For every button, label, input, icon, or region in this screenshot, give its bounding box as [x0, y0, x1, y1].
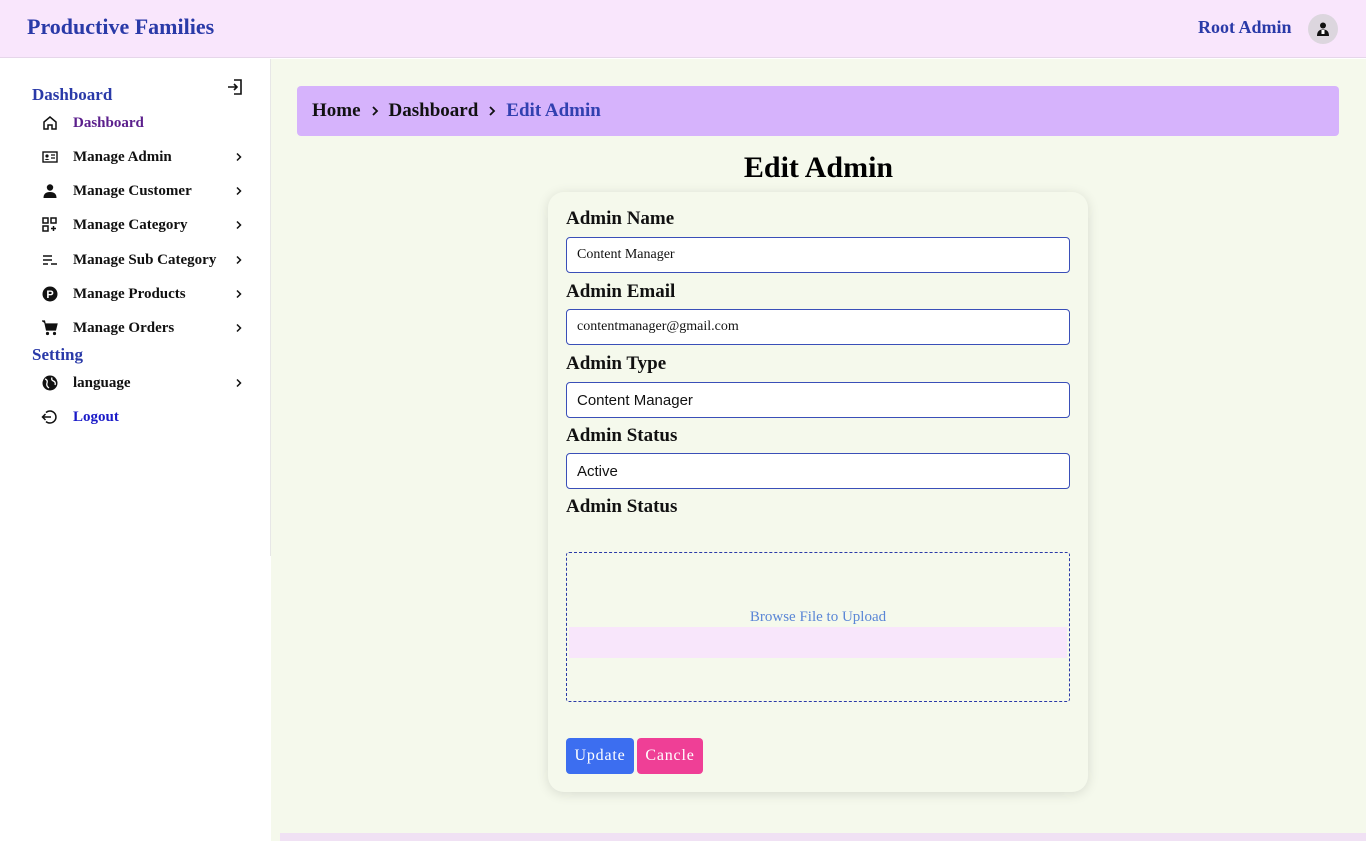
chevron-right-icon	[236, 289, 242, 299]
update-button[interactable]: Update	[566, 738, 634, 774]
sidebar-item-manage-admin[interactable]: Manage Admin	[40, 143, 250, 171]
admin-name-input[interactable]	[566, 237, 1070, 273]
chevron-right-icon	[236, 378, 242, 388]
breadcrumb-dashboard[interactable]: Dashboard	[389, 100, 479, 122]
cancel-button[interactable]: Cancle	[637, 738, 703, 774]
browse-file-link[interactable]: Browse File to Upload	[567, 609, 1069, 626]
svg-text:P: P	[46, 289, 53, 301]
breadcrumb-current: Edit Admin	[506, 100, 601, 121]
grid-add-icon	[40, 215, 60, 235]
admin-name-label: Admin Name	[566, 208, 675, 229]
brand-title[interactable]: Productive Families	[27, 14, 214, 40]
admin-status-label: Admin Status	[566, 425, 678, 446]
home-icon	[40, 113, 60, 133]
person-icon	[40, 181, 60, 201]
chevron-right-icon	[236, 323, 242, 333]
collapse-sidebar-icon[interactable]	[226, 78, 244, 96]
user-name[interactable]: Root Admin	[1198, 17, 1292, 38]
chevron-right-icon	[236, 255, 242, 265]
admin-status-select[interactable]	[566, 453, 1070, 489]
footer-strip	[280, 833, 1366, 841]
sidebar-item-label: Manage Customer	[73, 182, 192, 199]
sidebar-section-dashboard: Dashboard	[32, 85, 113, 104]
top-bar: Productive Families Root Admin	[0, 0, 1366, 58]
sidebar-item-logout[interactable]: Logout	[40, 403, 250, 431]
admin-type-label: Admin Type	[566, 353, 667, 374]
chevron-right-icon	[236, 186, 242, 196]
sidebar-item-manage-sub-category[interactable]: Manage Sub Category	[40, 246, 250, 274]
sidebar-item-label: Manage Orders	[73, 319, 175, 336]
cart-icon	[40, 318, 60, 338]
chevron-right-icon	[361, 104, 389, 118]
sidebar-item-manage-category[interactable]: Manage Category	[40, 211, 250, 239]
admin-email-input[interactable]	[566, 309, 1070, 345]
list-minus-icon	[40, 250, 60, 270]
sidebar: Dashboard Dashboard Manage Admin Manage …	[0, 59, 271, 556]
sidebar-item-language[interactable]: language	[40, 369, 250, 397]
sidebar-item-manage-orders[interactable]: Manage Orders	[40, 314, 250, 342]
sidebar-item-manage-customer[interactable]: Manage Customer	[40, 177, 250, 205]
chevron-right-icon	[236, 220, 242, 230]
sidebar-section-setting: Setting	[32, 345, 83, 364]
sidebar-item-label: language	[73, 374, 131, 391]
sidebar-item-label: Dashboard	[73, 114, 144, 131]
page-title: Edit Admin	[743, 151, 894, 184]
main-content: Home Dashboard Edit Admin Edit Admin Adm…	[271, 59, 1366, 841]
p-circle-icon: P	[40, 284, 60, 304]
upload-preview-bar	[569, 627, 1067, 658]
breadcrumb: Home Dashboard Edit Admin	[297, 86, 1339, 136]
sidebar-item-label: Logout	[73, 408, 119, 425]
globe-icon	[40, 373, 60, 393]
chevron-right-icon	[478, 104, 506, 118]
id-card-icon	[40, 147, 60, 167]
logout-icon	[40, 407, 60, 427]
sidebar-item-manage-products[interactable]: P Manage Products	[40, 280, 250, 308]
sidebar-item-label: Manage Sub Category	[73, 251, 217, 268]
user-avatar-icon	[1317, 22, 1329, 36]
sidebar-item-label: Manage Admin	[73, 148, 172, 165]
edit-admin-form: Admin Name Admin Email Admin Type Admin …	[548, 192, 1088, 792]
file-upload-dropzone[interactable]: Browse File to Upload	[566, 552, 1070, 702]
avatar[interactable]	[1308, 14, 1338, 44]
sidebar-item-label: Manage Products	[73, 285, 186, 302]
sidebar-item-label: Manage Category	[73, 216, 188, 233]
chevron-right-icon	[236, 152, 242, 162]
breadcrumb-home[interactable]: Home	[312, 100, 361, 122]
admin-email-label: Admin Email	[566, 281, 676, 302]
admin-image-label: Admin Status	[566, 496, 678, 517]
admin-type-select[interactable]	[566, 382, 1070, 418]
sidebar-item-dashboard[interactable]: Dashboard	[40, 109, 250, 137]
